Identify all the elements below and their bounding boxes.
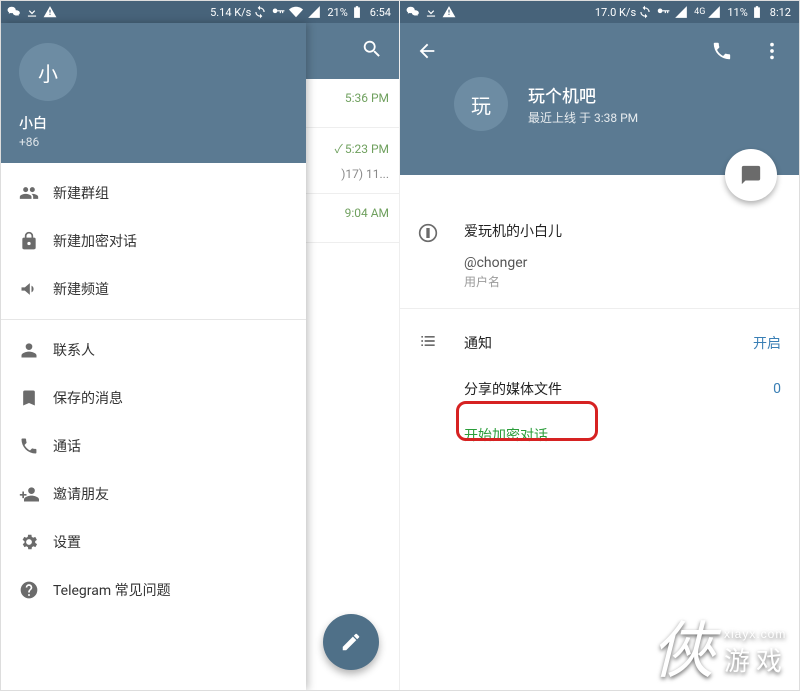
menu-item-label: 新建群组 bbox=[53, 183, 109, 203]
key-icon bbox=[271, 5, 285, 19]
back-button[interactable] bbox=[416, 40, 438, 66]
menu-item-label: 新建加密对话 bbox=[53, 231, 137, 251]
info-icon bbox=[418, 221, 464, 290]
chat-preview-2[interactable]: ✓5:23 PM )17) 11... bbox=[306, 128, 399, 194]
phone-left: 5.14 K/s 21% 6:54 5:36 PM ✓5:23 PM )17) … bbox=[1, 1, 400, 690]
notifications-value: 开启 bbox=[753, 333, 781, 353]
menu-settings[interactable]: 设置 bbox=[1, 518, 306, 566]
info-section: 爱玩机的小白儿 @chonger 用户名 bbox=[400, 221, 799, 290]
username-text[interactable]: @chonger bbox=[464, 255, 781, 271]
menu-item-label: 保存的消息 bbox=[53, 388, 123, 408]
wifi-icon bbox=[289, 5, 303, 19]
help-icon bbox=[19, 580, 53, 600]
network-speed: 17.0 K/s bbox=[595, 6, 636, 19]
clock: 8:12 bbox=[770, 6, 791, 19]
menu-new-secret-chat[interactable]: 新建加密对话 bbox=[1, 217, 306, 265]
sync-icon bbox=[638, 5, 652, 19]
menu-faq[interactable]: Telegram 常见问题 bbox=[1, 566, 306, 614]
add-person-icon bbox=[19, 484, 53, 504]
gear-icon bbox=[19, 532, 53, 552]
network-speed: 5.14 K/s bbox=[210, 6, 251, 19]
clock: 6:54 bbox=[370, 6, 391, 19]
menu-contacts[interactable]: 联系人 bbox=[1, 326, 306, 374]
menu-item-label: Telegram 常见问题 bbox=[53, 580, 171, 600]
menu-calls[interactable]: 通话 bbox=[1, 422, 306, 470]
message-fab[interactable] bbox=[725, 149, 777, 201]
menu-divider bbox=[1, 319, 306, 320]
contact-avatar[interactable]: 玩 bbox=[454, 77, 508, 131]
menu-new-group[interactable]: 新建群组 bbox=[1, 169, 306, 217]
download-icon bbox=[424, 5, 438, 19]
warning-icon bbox=[442, 5, 456, 19]
megaphone-icon bbox=[19, 279, 53, 299]
menu-new-channel[interactable]: 新建频道 bbox=[1, 265, 306, 313]
download-icon bbox=[25, 5, 39, 19]
menu-saved-messages[interactable]: 保存的消息 bbox=[1, 374, 306, 422]
chat-preview-3[interactable]: 9:04 AM bbox=[306, 194, 399, 243]
chat-list-behind-drawer: 5:36 PM ✓5:23 PM )17) 11... 9:04 AM bbox=[306, 23, 399, 690]
user-name: 小白 bbox=[19, 113, 288, 133]
warning-icon bbox=[43, 5, 57, 19]
user-avatar[interactable]: 小 bbox=[19, 43, 77, 101]
list-icon bbox=[418, 331, 464, 355]
menu-item-label: 通话 bbox=[53, 436, 81, 456]
more-menu-button[interactable] bbox=[761, 40, 783, 66]
navigation-drawer: 小 小白 +86 新建群组 新建加密对话 新建频道 bbox=[1, 23, 306, 690]
group-icon bbox=[19, 183, 53, 203]
signal-icon bbox=[307, 5, 321, 19]
drawer-header[interactable]: 小 小白 +86 bbox=[1, 23, 306, 163]
menu-item-label: 新建频道 bbox=[53, 279, 109, 299]
signal-icon bbox=[674, 5, 688, 19]
row-start-secret-chat[interactable]: 开始加密对话 bbox=[400, 412, 799, 458]
search-icon[interactable] bbox=[361, 38, 383, 64]
menu-item-label: 设置 bbox=[53, 532, 81, 552]
phone-icon bbox=[19, 436, 53, 456]
menu-invite-friends[interactable]: 邀请朋友 bbox=[1, 470, 306, 518]
chat-list-topbar bbox=[306, 23, 399, 79]
signal-icon-2 bbox=[707, 5, 721, 19]
last-seen: 最近上线 于 3:38 PM bbox=[528, 109, 638, 126]
battery-icon bbox=[350, 5, 364, 19]
sync-icon bbox=[253, 5, 267, 19]
lock-icon bbox=[19, 231, 53, 251]
compose-fab[interactable] bbox=[323, 614, 379, 670]
chat-preview-1[interactable]: 5:36 PM bbox=[306, 79, 399, 128]
network-type: 4G bbox=[694, 7, 705, 17]
username-label: 用户名 bbox=[464, 273, 781, 290]
battery-percent: 11% bbox=[727, 6, 747, 19]
profile-header: 玩 玩个机吧 最近上线 于 3:38 PM bbox=[400, 23, 799, 175]
menu-item-label: 邀请朋友 bbox=[53, 484, 109, 504]
key-icon bbox=[656, 5, 670, 19]
profile-body: 爱玩机的小白儿 @chonger 用户名 通知 开启 分享的媒体文件 0 开始加… bbox=[400, 175, 799, 458]
phone-right: 17.0 K/s 4G 11% 8:12 玩 玩个机吧 最近上线 于 3:38 … bbox=[400, 1, 799, 690]
wechat-icon bbox=[7, 5, 21, 19]
status-bar-right: 17.0 K/s 4G 11% 8:12 bbox=[400, 1, 799, 23]
user-phone: +86 bbox=[19, 135, 288, 149]
shared-media-count: 0 bbox=[773, 381, 781, 397]
contact-title: 玩个机吧 bbox=[528, 82, 638, 107]
bookmark-icon bbox=[19, 388, 53, 408]
battery-icon bbox=[750, 5, 764, 19]
wechat-icon bbox=[406, 5, 420, 19]
row-shared-media[interactable]: 分享的媒体文件 0 bbox=[400, 366, 799, 412]
section-divider bbox=[400, 308, 799, 320]
status-bar-left: 5.14 K/s 21% 6:54 bbox=[1, 1, 399, 23]
battery-percent: 21% bbox=[327, 6, 347, 19]
row-notifications[interactable]: 通知 开启 bbox=[400, 320, 799, 366]
bio-text: 爱玩机的小白儿 bbox=[464, 221, 781, 241]
menu-item-label: 联系人 bbox=[53, 340, 95, 360]
call-button[interactable] bbox=[711, 40, 733, 66]
contacts-icon bbox=[19, 340, 53, 360]
